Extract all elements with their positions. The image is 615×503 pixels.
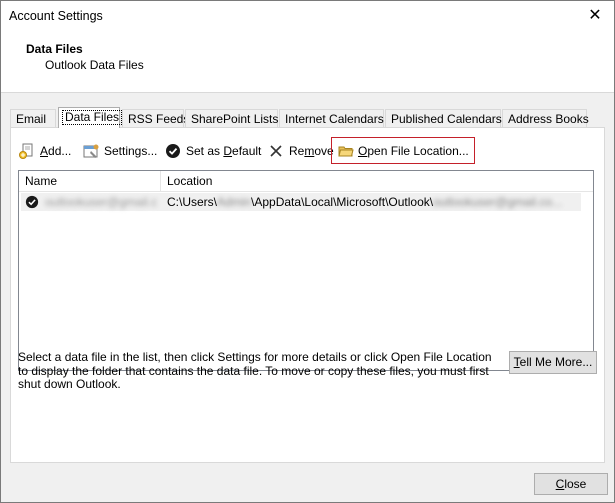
tell-me-more-button[interactable]: Tell Me More... [509,351,597,374]
header-panel: Data Files Outlook Data Files [1,32,614,93]
settings-button-label: Settings... [104,144,158,158]
column-header-location[interactable]: Location [161,171,581,191]
check-circle-icon [166,144,180,158]
open-file-location-label: Open File Location... [358,144,469,158]
location-user: Admin [217,195,252,209]
tab-address-books[interactable]: Address Books [502,109,589,127]
header-title: Data Files [26,42,83,56]
location-middle: \AppData\Local\Microsoft\Outlook\ [251,195,434,209]
set-as-default-label: Set as Default [186,144,262,158]
location-file: outlookuser@gmail.co... [433,195,563,209]
data-files-panel: Add... Settings... Set as Default Remove… [10,127,605,463]
title-bar: Account Settings ✕ [1,1,614,32]
tab-data-files[interactable]: Data Files [58,107,123,128]
tab-email[interactable]: Email [10,109,56,127]
header-subtitle: Outlook Data Files [45,58,144,72]
tab-label: Data Files [62,110,123,125]
tab-label: Email [16,112,47,126]
remove-button[interactable]: Remove [268,140,334,162]
folder-icon [338,146,354,157]
add-file-icon [19,143,33,159]
column-header-name[interactable]: Name [19,171,161,191]
dialog-footer: Close [1,463,614,502]
close-button[interactable]: Close [534,473,608,495]
tab-rss-feeds[interactable]: RSS Feeds [122,109,189,127]
account-settings-dialog: Account Settings ✕ Data Files Outlook Da… [0,0,615,503]
remove-x-icon [270,145,282,157]
window-title: Account Settings [9,9,103,23]
data-files-list[interactable]: Name Location outlookuser@gmail.com C:\U… [18,170,594,371]
tab-published-calendars[interactable]: Published Calendars [385,109,502,127]
tab-label: Address Books [508,112,589,126]
open-file-location-button[interactable]: Open File Location... [331,137,475,164]
tab-label: Internet Calendars [285,112,384,126]
remove-button-label: Remove [289,144,334,158]
tab-label: Published Calendars [391,112,502,126]
close-icon[interactable]: ✕ [586,7,604,25]
tab-label: RSS Feeds [128,112,190,126]
settings-icon [83,144,99,158]
tab-label: SharePoint Lists [191,112,279,126]
default-check-icon [25,195,39,209]
tab-sharepoint-lists[interactable]: SharePoint Lists [185,109,278,127]
add-button-label: Add... [40,144,72,158]
row-name: outlookuser@gmail.com [45,195,157,209]
table-row[interactable]: outlookuser@gmail.com C:\Users\Admin\App… [21,193,581,211]
row-location: C:\Users\Admin\AppData\Local\Microsoft\O… [167,193,579,211]
list-header: Name Location [19,171,593,192]
location-prefix: C:\Users\ [167,195,218,209]
settings-button[interactable]: Settings... [83,140,163,162]
add-button[interactable]: Add... [19,140,74,162]
help-description: Select a data file in the list, then cli… [18,350,492,391]
tab-internet-calendars[interactable]: Internet Calendars [279,109,384,127]
set-as-default-button[interactable]: Set as Default [165,140,261,162]
